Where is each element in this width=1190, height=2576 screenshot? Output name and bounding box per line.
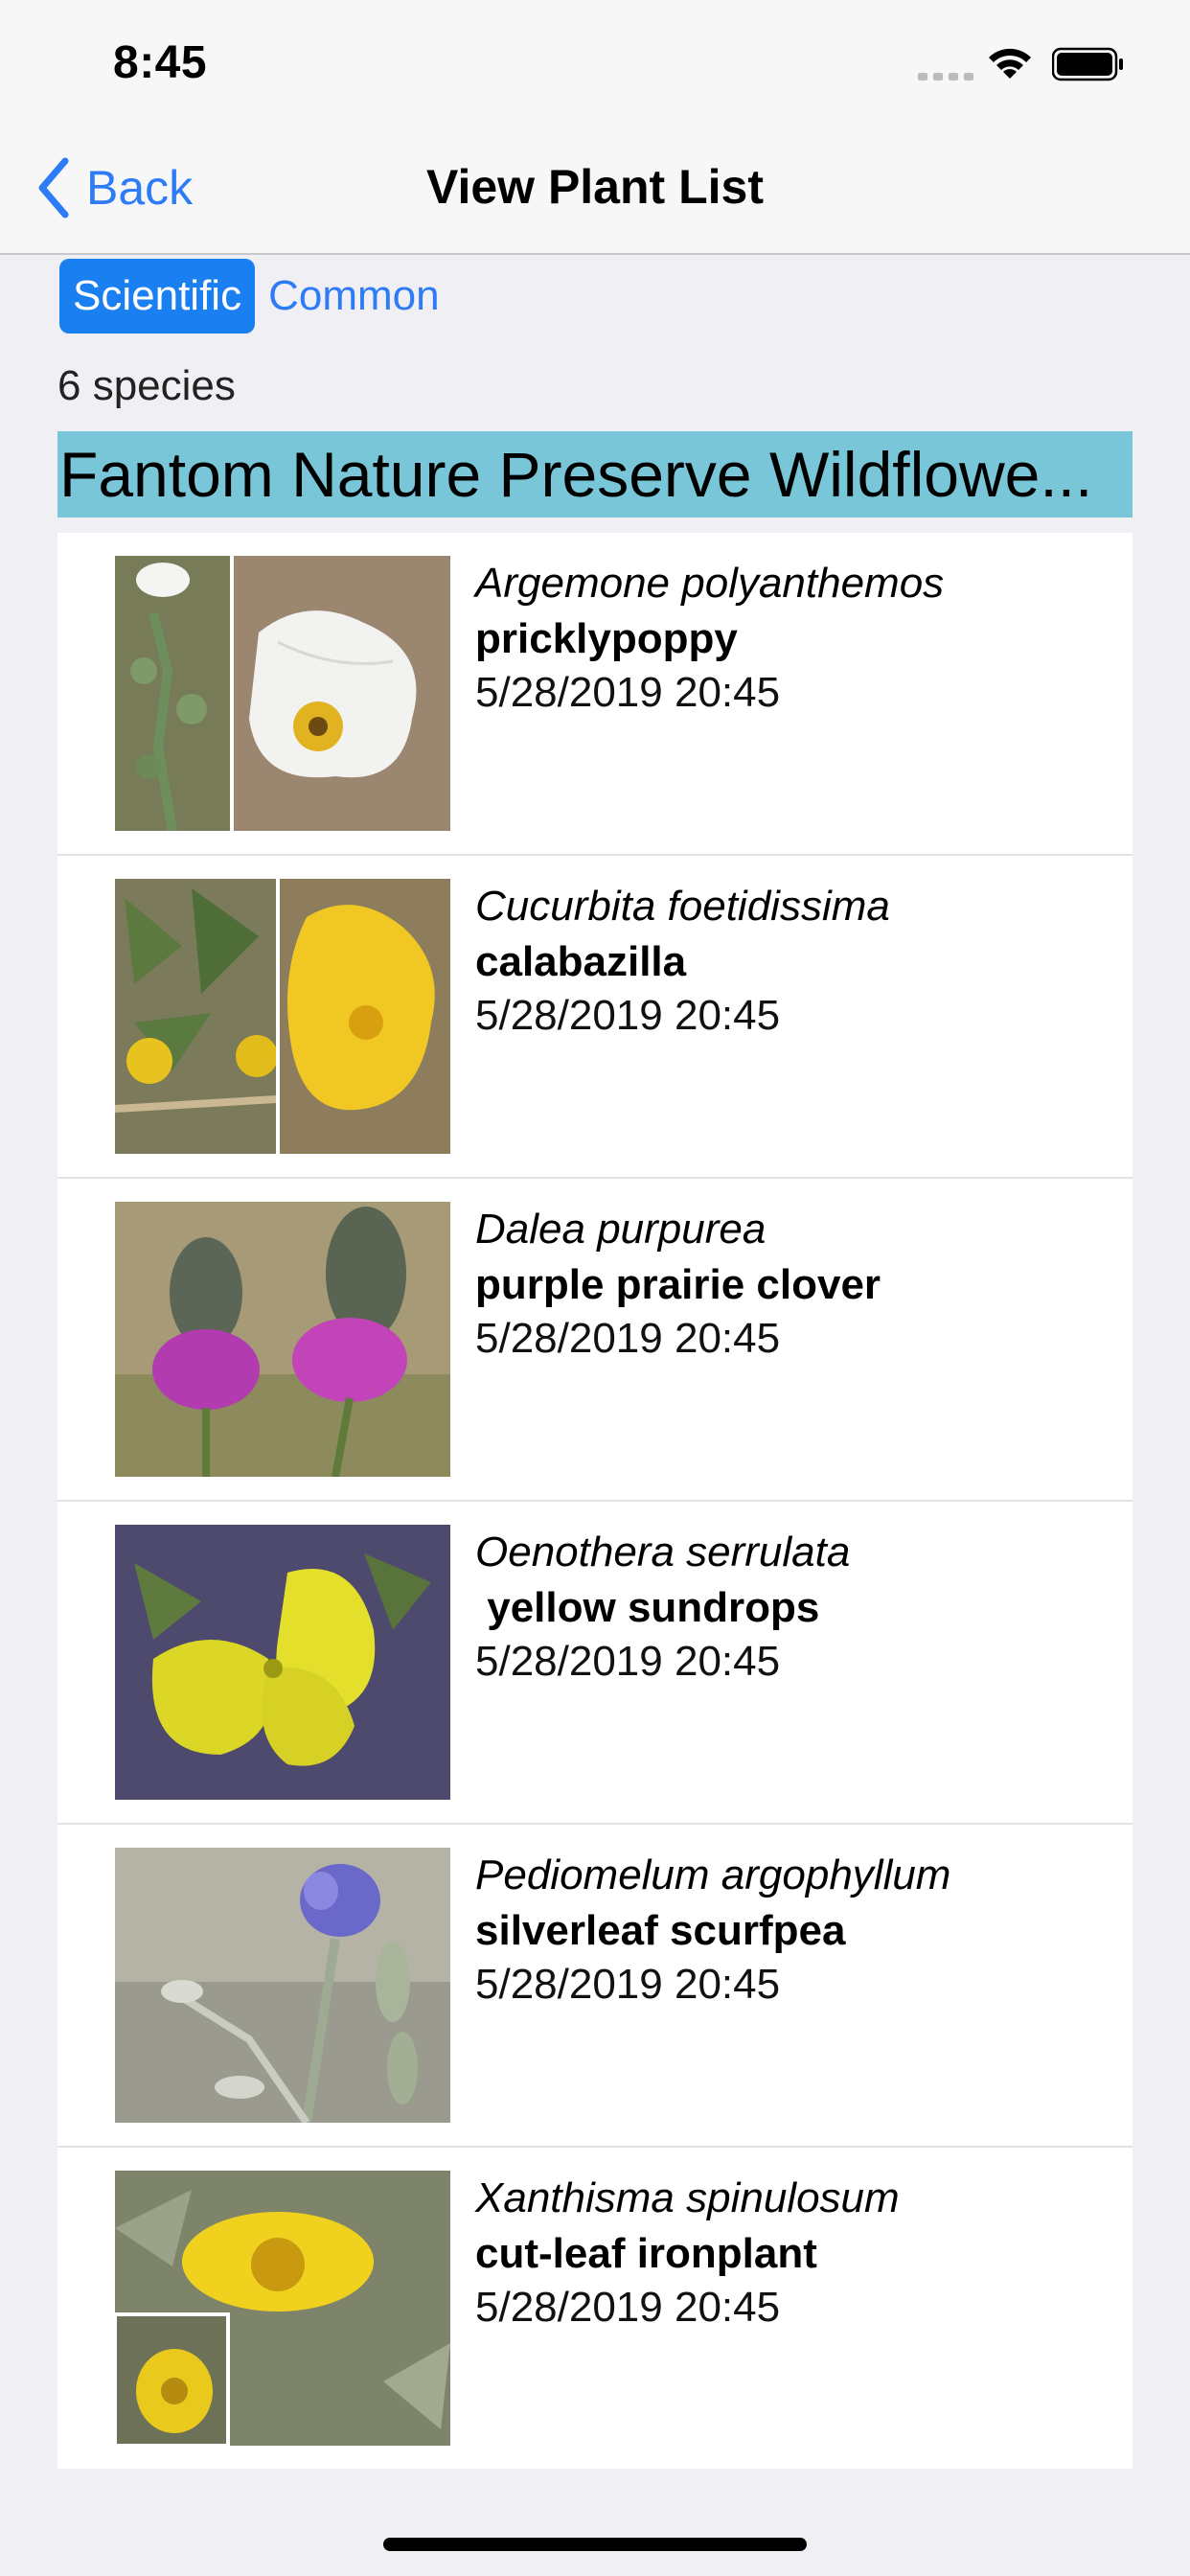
plant-photo (115, 1525, 450, 1800)
species-count: 6 species (57, 362, 236, 409)
common-name: calabazilla (475, 938, 687, 985)
segment-scientific[interactable]: Scientific (59, 259, 256, 334)
plant-photo (115, 1202, 450, 1477)
page-title: View Plant List (426, 160, 764, 214)
battery-icon (1052, 47, 1123, 81)
observation-date: 5/28/2019 20:45 (475, 1315, 781, 1362)
scientific-name: Argemone polyanthemos (475, 560, 945, 607)
home-indicator[interactable] (383, 2538, 807, 2551)
observation-date: 5/28/2019 20:45 (475, 1961, 781, 2008)
sort-segmented-control: Scientific Common (59, 259, 453, 334)
plant-info: Pediomelum argophyllum silverleaf scurfp… (475, 1848, 1113, 2011)
list-item[interactable]: Oenothera serrulata yellow sundrops 5/28… (57, 1502, 1133, 1825)
common-name: purple prairie clover (475, 1261, 881, 1308)
scientific-name: Pediomelum argophyllum (475, 1852, 951, 1898)
observation-date: 5/28/2019 20:45 (475, 669, 781, 716)
plant-info: Oenothera serrulata yellow sundrops 5/28… (475, 1525, 1113, 1688)
plant-info: Argemone polyanthemos pricklypoppy 5/28/… (475, 556, 1113, 719)
cellular-signal-icon (918, 73, 973, 80)
list-item[interactable]: Xanthisma spinulosum cut-leaf ironplant … (57, 2148, 1133, 2469)
plant-list: Argemone polyanthemos pricklypoppy 5/28/… (57, 533, 1133, 2469)
plant-info: Dalea purpurea purple prairie clover 5/2… (475, 1202, 1113, 1365)
segment-common[interactable]: Common (255, 259, 453, 334)
plant-photo (115, 2171, 450, 2446)
observation-date: 5/28/2019 20:45 (475, 1638, 781, 1685)
plant-info: Xanthisma spinulosum cut-leaf ironplant … (475, 2171, 1113, 2334)
plant-photo (115, 879, 450, 1154)
status-bar: 8:45 (0, 0, 1190, 125)
list-item[interactable]: Cucurbita foetidissima calabazilla 5/28/… (57, 856, 1133, 1179)
plant-photo (115, 556, 450, 831)
list-item[interactable]: Pediomelum argophyllum silverleaf scurfp… (57, 1825, 1133, 2148)
status-time: 8:45 (113, 37, 208, 88)
common-name: silverleaf scurfpea (475, 1907, 846, 1954)
list-section-header: Fantom Nature Preserve Wildflowe... (57, 431, 1133, 518)
observation-date: 5/28/2019 20:45 (475, 2284, 781, 2331)
scientific-name: Xanthisma spinulosum (475, 2174, 900, 2221)
observation-date: 5/28/2019 20:45 (475, 992, 781, 1039)
plant-info: Cucurbita foetidissima calabazilla 5/28/… (475, 879, 1113, 1042)
list-item[interactable]: Dalea purpurea purple prairie clover 5/2… (57, 1179, 1133, 1502)
common-name: pricklypoppy (475, 615, 738, 662)
plant-photo (115, 1848, 450, 2123)
list-item[interactable]: Argemone polyanthemos pricklypoppy 5/28/… (57, 533, 1133, 856)
scientific-name: Oenothera serrulata (475, 1529, 851, 1576)
common-name: cut-leaf ironplant (475, 2230, 817, 2277)
common-name: yellow sundrops (475, 1584, 820, 1631)
wifi-icon (989, 48, 1031, 79)
navigation-bar: Back View Plant List (0, 125, 1190, 255)
scientific-name: Dalea purpurea (475, 1206, 767, 1253)
scientific-name: Cucurbita foetidissima (475, 883, 890, 930)
